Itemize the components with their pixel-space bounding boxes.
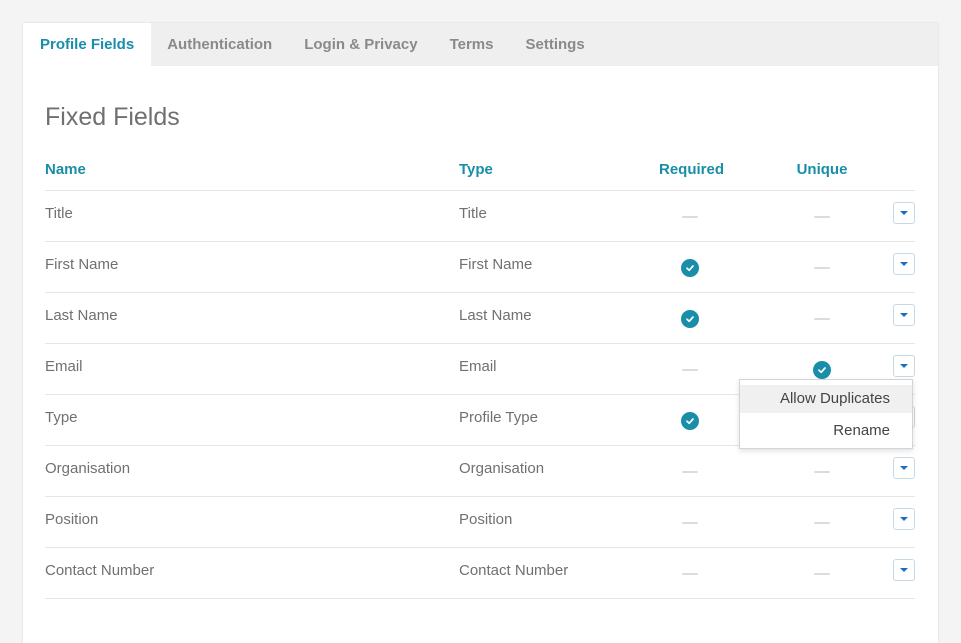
dash-icon	[682, 471, 698, 473]
tab-authentication[interactable]: Authentication	[151, 23, 288, 66]
caret-down-icon	[900, 364, 908, 368]
field-name: Contact Number	[45, 562, 155, 579]
caret-down-icon	[900, 313, 908, 317]
caret-down-icon	[900, 568, 908, 572]
dash-icon	[814, 216, 830, 218]
tab-login-privacy[interactable]: Login & Privacy	[288, 23, 433, 66]
column-header-unique: Unique	[796, 161, 848, 178]
check-circle-icon	[681, 259, 699, 277]
field-type: First Name	[459, 256, 533, 273]
menu-item-rename[interactable]: Rename	[740, 417, 912, 445]
row-menu-button[interactable]	[893, 253, 915, 275]
required-check-icon	[679, 410, 701, 432]
table-row: Position Position	[45, 497, 915, 548]
field-type: Last Name	[459, 307, 532, 324]
row-menu-button[interactable]	[893, 508, 915, 530]
table-row: First Name First Name	[45, 242, 915, 293]
settings-card: Profile Fields Authentication Login & Pr…	[23, 23, 938, 643]
dash-icon	[682, 573, 698, 575]
required-check-icon	[679, 308, 701, 330]
dash-icon	[814, 471, 830, 473]
table-row: Title Title	[45, 191, 915, 242]
column-header-required: Required	[659, 161, 725, 178]
tab-profile-fields[interactable]: Profile Fields	[23, 23, 152, 66]
check-circle-icon	[681, 310, 699, 328]
row-menu-button[interactable]	[893, 457, 915, 479]
dash-icon	[682, 522, 698, 524]
unique-dash-icon	[811, 512, 833, 534]
row-menu-button[interactable]	[893, 355, 915, 377]
row-menu-button[interactable]	[893, 559, 915, 581]
table-row: Contact Number Contact Number	[45, 548, 915, 599]
dash-icon	[814, 318, 830, 320]
dash-icon	[682, 369, 698, 371]
dash-icon	[814, 522, 830, 524]
dash-icon	[814, 267, 830, 269]
tab-settings[interactable]: Settings	[510, 23, 601, 66]
unique-dash-icon	[811, 257, 833, 279]
check-circle-icon	[681, 412, 699, 430]
tab-terms[interactable]: Terms	[434, 23, 510, 66]
caret-down-icon	[900, 517, 908, 521]
required-dash-icon	[679, 512, 701, 534]
field-type: Contact Number	[459, 562, 569, 579]
row-menu-button[interactable]	[893, 202, 915, 224]
fixed-fields-table: Name Type Required Unique Title Title Firs…	[45, 151, 915, 599]
table-row: Organisation Organisation	[45, 446, 915, 497]
field-name: Title	[45, 205, 73, 222]
required-dash-icon	[679, 563, 701, 585]
field-name: Type	[45, 409, 78, 426]
field-name: Organisation	[45, 460, 131, 477]
table-row: Last Name Last Name	[45, 293, 915, 344]
check-circle-icon	[813, 361, 831, 379]
field-name: Position	[45, 511, 99, 528]
row-options-menu: Allow Duplicates Rename	[739, 379, 913, 449]
dash-icon	[682, 216, 698, 218]
field-name: Email	[45, 358, 83, 375]
unique-dash-icon	[811, 206, 833, 228]
field-type: Email	[459, 358, 497, 375]
field-name: Last Name	[45, 307, 118, 324]
field-type: Position	[459, 511, 513, 528]
row-menu-button[interactable]	[893, 304, 915, 326]
unique-dash-icon	[811, 308, 833, 330]
tab-bar: Profile Fields Authentication Login & Pr…	[23, 23, 938, 66]
table-header: Name Type Required Unique	[45, 151, 915, 191]
field-type: Organisation	[459, 460, 545, 477]
unique-dash-icon	[811, 461, 833, 483]
menu-item-allow-duplicates[interactable]: Allow Duplicates	[740, 385, 912, 413]
required-dash-icon	[679, 206, 701, 228]
dash-icon	[814, 573, 830, 575]
field-name: First Name	[45, 256, 119, 273]
caret-down-icon	[900, 466, 908, 470]
column-header-type: Type	[459, 161, 493, 178]
section-title: Fixed Fields	[45, 103, 180, 131]
field-type: Title	[459, 205, 487, 222]
unique-dash-icon	[811, 563, 833, 585]
unique-check-icon	[811, 359, 833, 381]
field-type: Profile Type	[459, 409, 538, 426]
column-header-name: Name	[45, 161, 86, 178]
required-check-icon	[679, 257, 701, 279]
caret-down-icon	[900, 211, 908, 215]
required-dash-icon	[679, 461, 701, 483]
caret-down-icon	[900, 262, 908, 266]
required-dash-icon	[679, 359, 701, 381]
